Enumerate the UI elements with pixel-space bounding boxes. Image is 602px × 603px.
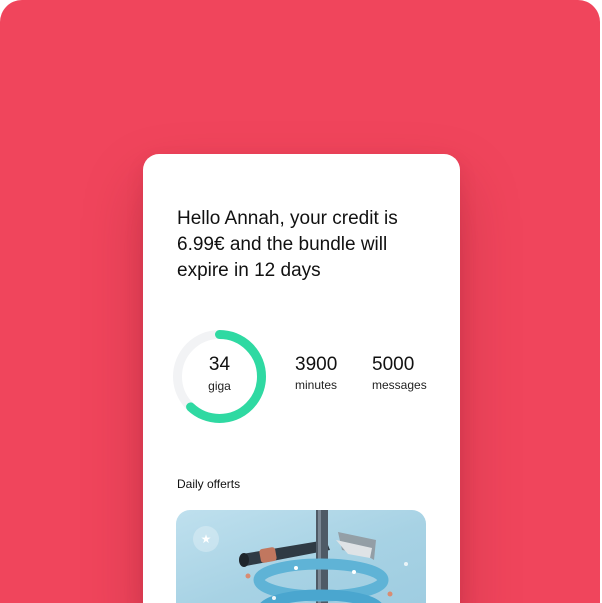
minutes-label: minutes [295,378,338,392]
minutes-stat: 3900 minutes [295,354,337,392]
star-icon: ★ [200,532,212,546]
favorite-button[interactable]: ★ [193,526,219,552]
data-usage-ring: 34 giga [171,328,268,425]
offer-pole-highlight [318,510,321,603]
offer-dot [272,596,276,600]
offer-dot [352,570,356,574]
data-amount: 34 [208,354,231,375]
daily-offers-heading: Daily offerts [177,477,241,491]
offer-dot [294,566,298,570]
offer-copper-ring [259,547,277,563]
messages-label: messages [372,378,427,392]
messages-stat: 5000 messages [372,354,427,392]
offer-dot [387,591,393,597]
messages-amount: 5000 [372,354,415,375]
brand-background: Hello Annah, your credit is 6.99€ and th… [0,0,600,603]
data-unit-label: giga [208,379,231,393]
minutes-amount: 3900 [295,354,338,375]
offer-dot [404,562,408,566]
account-card: Hello Annah, your credit is 6.99€ and th… [143,154,460,603]
offer-dot [245,573,251,579]
offer-card[interactable]: ★ [176,510,426,603]
greeting-text: Hello Annah, your credit is 6.99€ and th… [177,208,398,281]
offer-tube-end [239,553,249,567]
data-usage-ring-graphic [173,330,266,423]
offer-pole [316,510,328,603]
offer-illustration [239,510,408,603]
